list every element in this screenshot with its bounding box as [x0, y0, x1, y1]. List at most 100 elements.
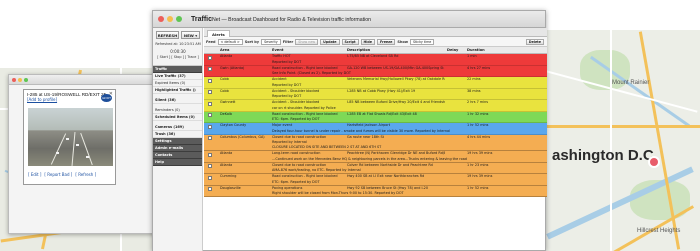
map-road	[540, 125, 700, 128]
script-button[interactable]: Script	[341, 38, 359, 45]
table-body: Atlanta Traffic HOT I-75/85 NB at Clevelan…	[204, 54, 547, 197]
row-checkbox[interactable]	[208, 124, 212, 129]
show-new-button[interactable]: Show new	[295, 38, 319, 45]
cell-delay	[445, 123, 465, 129]
table-row[interactable]: Douglasville Paving operations Hwy 92 SB b…	[204, 185, 547, 197]
cell-area: DeKalb	[220, 111, 233, 116]
table-row[interactable]: Atlanta Traffic HOT I-75/85 NB at Clevelan…	[204, 54, 547, 66]
sidebar-item[interactable]: Trash (36)	[153, 131, 202, 138]
sidebar-item[interactable]: Scheduled Items (0)	[153, 114, 202, 121]
app-titlebar[interactable]: TrafficNet — Broadcast Dashboard for Rad…	[153, 11, 545, 28]
sidebar-item[interactable]: Live Traffic (37)	[153, 73, 202, 80]
sidebar-item[interactable]: Reminders (0)	[153, 107, 202, 114]
sidebar-item[interactable]: Help	[153, 159, 202, 166]
sidebar-item[interactable]: Silent (36)	[153, 97, 202, 104]
row-checkbox[interactable]	[208, 152, 212, 157]
edit-button[interactable]: [ Edit ]	[28, 172, 41, 177]
new-button[interactable]: NEW ▾	[181, 31, 200, 39]
right-map[interactable]	[540, 30, 700, 251]
close-window-icon[interactable]	[12, 77, 16, 82]
column-header-duration[interactable]: Duration	[465, 47, 515, 53]
sidebar-item[interactable]: Expired Items (0)	[153, 80, 202, 87]
hide-button[interactable]: Hide	[360, 38, 376, 45]
cell-area: Gwin (Atlanta)	[220, 65, 245, 70]
table-row[interactable]: Atlanta Closed due to road construction Co…	[204, 162, 547, 174]
tab-bar: Alerts	[204, 28, 547, 37]
row-checkbox[interactable]	[208, 187, 212, 191]
row-checkbox[interactable]	[208, 90, 212, 94]
refresh-camera-button[interactable]: [ Refresh ]	[75, 172, 96, 177]
column-header-event[interactable]: Event	[270, 47, 345, 53]
maximize-window-icon[interactable]	[176, 16, 182, 22]
sidebar-item[interactable]: Contacts	[153, 152, 202, 159]
cell-description: Veterans Memorial Hwy/Hollowell Pkwy (78…	[347, 77, 445, 81]
update-button[interactable]: Update	[320, 38, 340, 45]
refresh-button[interactable]: REFRESH	[156, 31, 179, 39]
camera-image[interactable]	[28, 108, 113, 166]
city-label: ashington D.C.	[552, 147, 658, 164]
table-row[interactable]: Cumming Road construction - Right lane bl…	[204, 174, 547, 186]
timer-controls[interactable]: [ Start ] [ Stop ] [ Trace ]	[155, 55, 201, 59]
cell-event: Major event	[272, 123, 293, 127]
vehicle	[56, 152, 59, 154]
cell-delay	[445, 54, 465, 60]
sidebar-item[interactable]: Settings	[153, 138, 202, 145]
table-row[interactable]: Columbus (Columbus, GA) Closed due to roa…	[204, 134, 547, 151]
camera-card: I-285 at US-19/ROSWELL RD/EXIT 25 [Add t…	[23, 89, 116, 185]
table-row[interactable]: Gwin (Atlanta) Road construction - Right …	[204, 65, 547, 77]
tab-alerts[interactable]: Alerts	[207, 30, 230, 37]
cell-description: Hwy 400 SB at I-I Exit near Northbranche…	[347, 174, 425, 178]
table-row[interactable]: DeKalb Road construction - Right lane blo…	[204, 111, 547, 123]
lane-marking	[71, 132, 76, 166]
minimize-window-icon[interactable]	[18, 77, 22, 82]
sidebar-item[interactable]: Traffic	[153, 66, 202, 73]
column-header-delay[interactable]: Delay	[445, 47, 465, 53]
freeze-button[interactable]: Freeze	[377, 38, 396, 45]
row-note: ETC: 6pm. Reported by DOT	[272, 117, 320, 121]
maximize-window-icon[interactable]	[24, 77, 28, 82]
row-checkbox[interactable]	[208, 78, 212, 83]
row-checkbox[interactable]	[208, 67, 212, 71]
traffic-dashboard-window: TrafficNet — Broadcast Dashboard for Rad…	[152, 10, 547, 251]
cell-delay	[445, 100, 465, 106]
delete-button[interactable]: Delete	[525, 38, 544, 45]
column-header-area[interactable]: Area	[218, 47, 270, 53]
row-checkbox[interactable]	[208, 175, 212, 180]
column-header-description[interactable]: Description	[345, 47, 445, 53]
row-checkbox[interactable]	[208, 101, 212, 106]
close-icon[interactable]: ✕	[109, 91, 113, 97]
sidebar-item[interactable]: Highlighted Traffic ()	[153, 87, 202, 94]
map-place-label: Mount Rainier	[612, 80, 650, 86]
row-note: Delayed four-hour tunnel is under repair…	[272, 128, 451, 133]
cell-description: I-85 NB between Buford Drive/Hwy 20/Exit…	[347, 100, 445, 104]
sort-select[interactable]: Severity	[261, 38, 281, 45]
table-row[interactable]: Gwinnett Accident - Shoulder blocked I-85 …	[204, 100, 547, 112]
cell-duration: 19 hrs 39 mins	[467, 174, 493, 178]
cell-delay	[445, 89, 465, 95]
row-checkbox[interactable]	[208, 113, 212, 117]
row-checkbox[interactable]	[208, 55, 212, 60]
table-row[interactable]: Cobb Accident - Shoulder blocked I-285 NB …	[204, 88, 547, 100]
show-select[interactable]: Sticky time	[409, 38, 435, 45]
window-title: TrafficNet — Broadcast Dashboard for Rad…	[191, 16, 371, 23]
row-checkbox[interactable]	[208, 164, 212, 168]
cell-description: Hartsfield Jackson Airport	[347, 123, 391, 127]
feed-select[interactable]: < default >	[217, 38, 243, 45]
sidebar-item[interactable]: Cameras (169)	[153, 124, 202, 131]
report-bad-button[interactable]: [ Report Bad ]	[44, 172, 72, 177]
alerts-toolbar: Feed < default > Sort by Severity Filter…	[204, 37, 547, 47]
row-checkbox[interactable]	[208, 136, 212, 140]
sidebar-item[interactable]: Admin e-mails	[153, 145, 202, 152]
map-pin-icon[interactable]	[648, 156, 660, 168]
cell-duration: 19 hrs 39 mins	[467, 151, 493, 155]
filter-label: Filter	[282, 39, 294, 44]
close-window-icon[interactable]	[158, 16, 164, 22]
table-row[interactable]: Atlanta Long-term road construction Peacht…	[204, 151, 547, 163]
camera-window-titlebar[interactable]	[9, 75, 162, 85]
minimize-window-icon[interactable]	[167, 16, 173, 22]
cell-area: Cumming	[220, 174, 237, 178]
cell-area: Clayton County	[220, 123, 247, 127]
feed-label: Feed	[206, 39, 216, 44]
table-row[interactable]: Clayton County Major event Hartsfield Jack…	[204, 123, 547, 135]
table-row[interactable]: Cobb Accident Veterans Memorial Hwy/Hollow…	[204, 77, 547, 89]
